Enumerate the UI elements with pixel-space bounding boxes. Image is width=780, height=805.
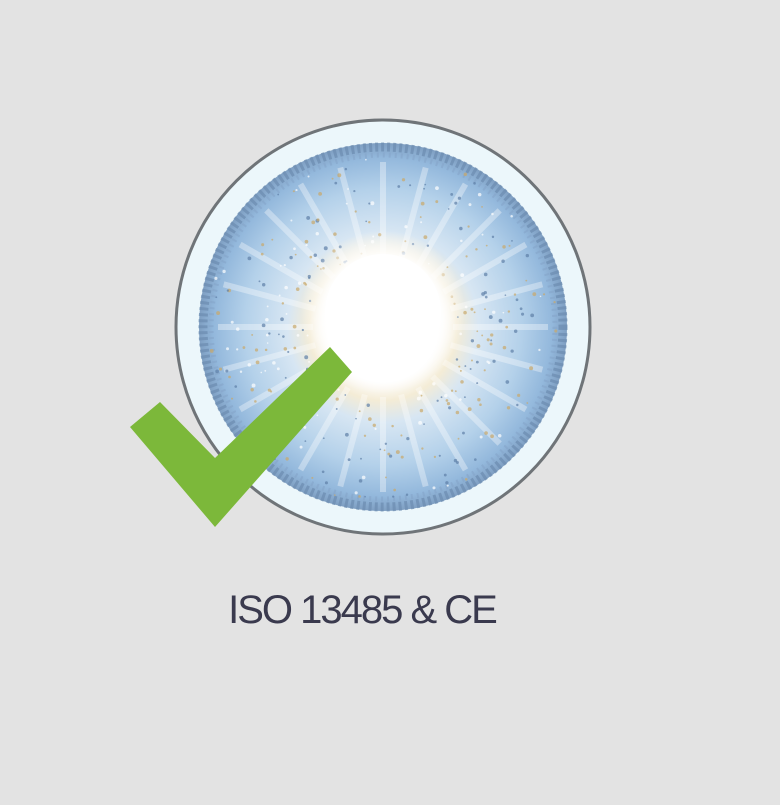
contact-lens-icon: [130, 118, 592, 536]
certification-badge: ISO 13485 & CE: [0, 0, 780, 805]
badge-caption: ISO 13485 & CE: [228, 588, 498, 632]
